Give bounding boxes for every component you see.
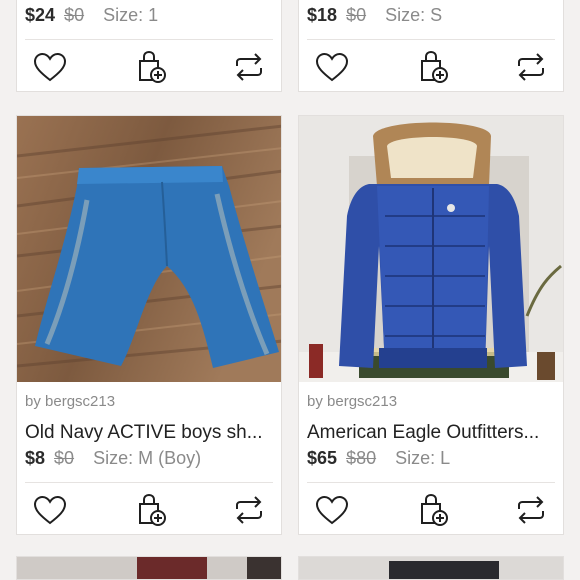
- bundle-button[interactable]: [131, 490, 171, 530]
- listing-image-partial: [299, 557, 563, 579]
- listing-seller[interactable]: by bergsc213: [25, 393, 115, 410]
- shopping-bag-plus-icon: [139, 493, 166, 526]
- listing-card[interactable]: $18 $0 Size: S: [298, 0, 564, 92]
- listing-size: Size: L: [395, 448, 451, 468]
- divider: [25, 39, 273, 40]
- share-button[interactable]: [511, 490, 551, 530]
- listing-original-price: $0: [346, 5, 367, 25]
- listing-price: $18: [307, 5, 338, 25]
- listing-card[interactable]: by bergsc213 American Eagle Outfitters..…: [298, 115, 564, 535]
- heart-icon: [33, 52, 67, 82]
- listing-price-row: $65 $80 Size: L: [307, 448, 450, 469]
- share-repost-icon: [236, 496, 262, 524]
- share-repost-icon: [518, 53, 544, 81]
- listing-size: Size: 1: [103, 5, 159, 25]
- listing-price: $8: [25, 448, 46, 468]
- listing-photo[interactable]: [17, 557, 281, 579]
- listing-photo[interactable]: [299, 116, 563, 382]
- blue-shorts-image: [17, 116, 281, 382]
- listing-actions: [17, 490, 281, 534]
- shopping-bag-plus-icon: [421, 50, 448, 83]
- listing-photo[interactable]: [17, 116, 281, 382]
- listing-card[interactable]: $24 $0 Size: 1: [16, 0, 282, 92]
- listing-actions: [17, 47, 281, 91]
- listing-actions: [299, 490, 563, 534]
- listing-price: $65: [307, 448, 338, 468]
- listing-size: Size: M (Boy): [93, 448, 202, 468]
- blue-puffer-jacket-image: [299, 116, 563, 382]
- listing-card[interactable]: [298, 556, 564, 580]
- share-repost-icon: [236, 53, 262, 81]
- listing-original-price: $80: [346, 448, 377, 468]
- listing-card[interactable]: [16, 556, 282, 580]
- divider: [307, 39, 555, 40]
- listing-original-price: $0: [54, 448, 75, 468]
- listing-card[interactable]: by bergsc213 Old Navy ACTIVE boys sh... …: [16, 115, 282, 535]
- share-button[interactable]: [511, 47, 551, 87]
- like-button[interactable]: [312, 47, 352, 87]
- shopping-bag-plus-icon: [421, 493, 448, 526]
- listing-size: Size: S: [385, 5, 443, 25]
- listing-title[interactable]: Old Navy ACTIVE boys sh...: [25, 422, 275, 444]
- share-button[interactable]: [229, 490, 269, 530]
- share-repost-icon: [518, 496, 544, 524]
- listing-price-row: $8 $0 Size: M (Boy): [25, 448, 201, 469]
- listing-actions: [299, 47, 563, 91]
- bundle-button[interactable]: [131, 47, 171, 87]
- like-button[interactable]: [30, 490, 70, 530]
- listing-photo[interactable]: [299, 557, 563, 579]
- listing-seller[interactable]: by bergsc213: [307, 393, 397, 410]
- listing-price-row: $24 $0 Size: 1: [25, 5, 158, 26]
- share-button[interactable]: [229, 47, 269, 87]
- like-button[interactable]: [312, 490, 352, 530]
- listing-title[interactable]: American Eagle Outfitters...: [307, 422, 557, 444]
- listing-image-partial: [17, 557, 281, 579]
- bundle-button[interactable]: [413, 47, 453, 87]
- like-button[interactable]: [30, 47, 70, 87]
- heart-icon: [33, 495, 67, 525]
- shopping-bag-plus-icon: [139, 50, 166, 83]
- listing-price-row: $18 $0 Size: S: [307, 5, 442, 26]
- listing-original-price: $0: [64, 5, 85, 25]
- divider: [307, 482, 555, 483]
- heart-icon: [315, 52, 349, 82]
- heart-icon: [315, 495, 349, 525]
- listing-price: $24: [25, 5, 56, 25]
- divider: [25, 482, 273, 483]
- bundle-button[interactable]: [413, 490, 453, 530]
